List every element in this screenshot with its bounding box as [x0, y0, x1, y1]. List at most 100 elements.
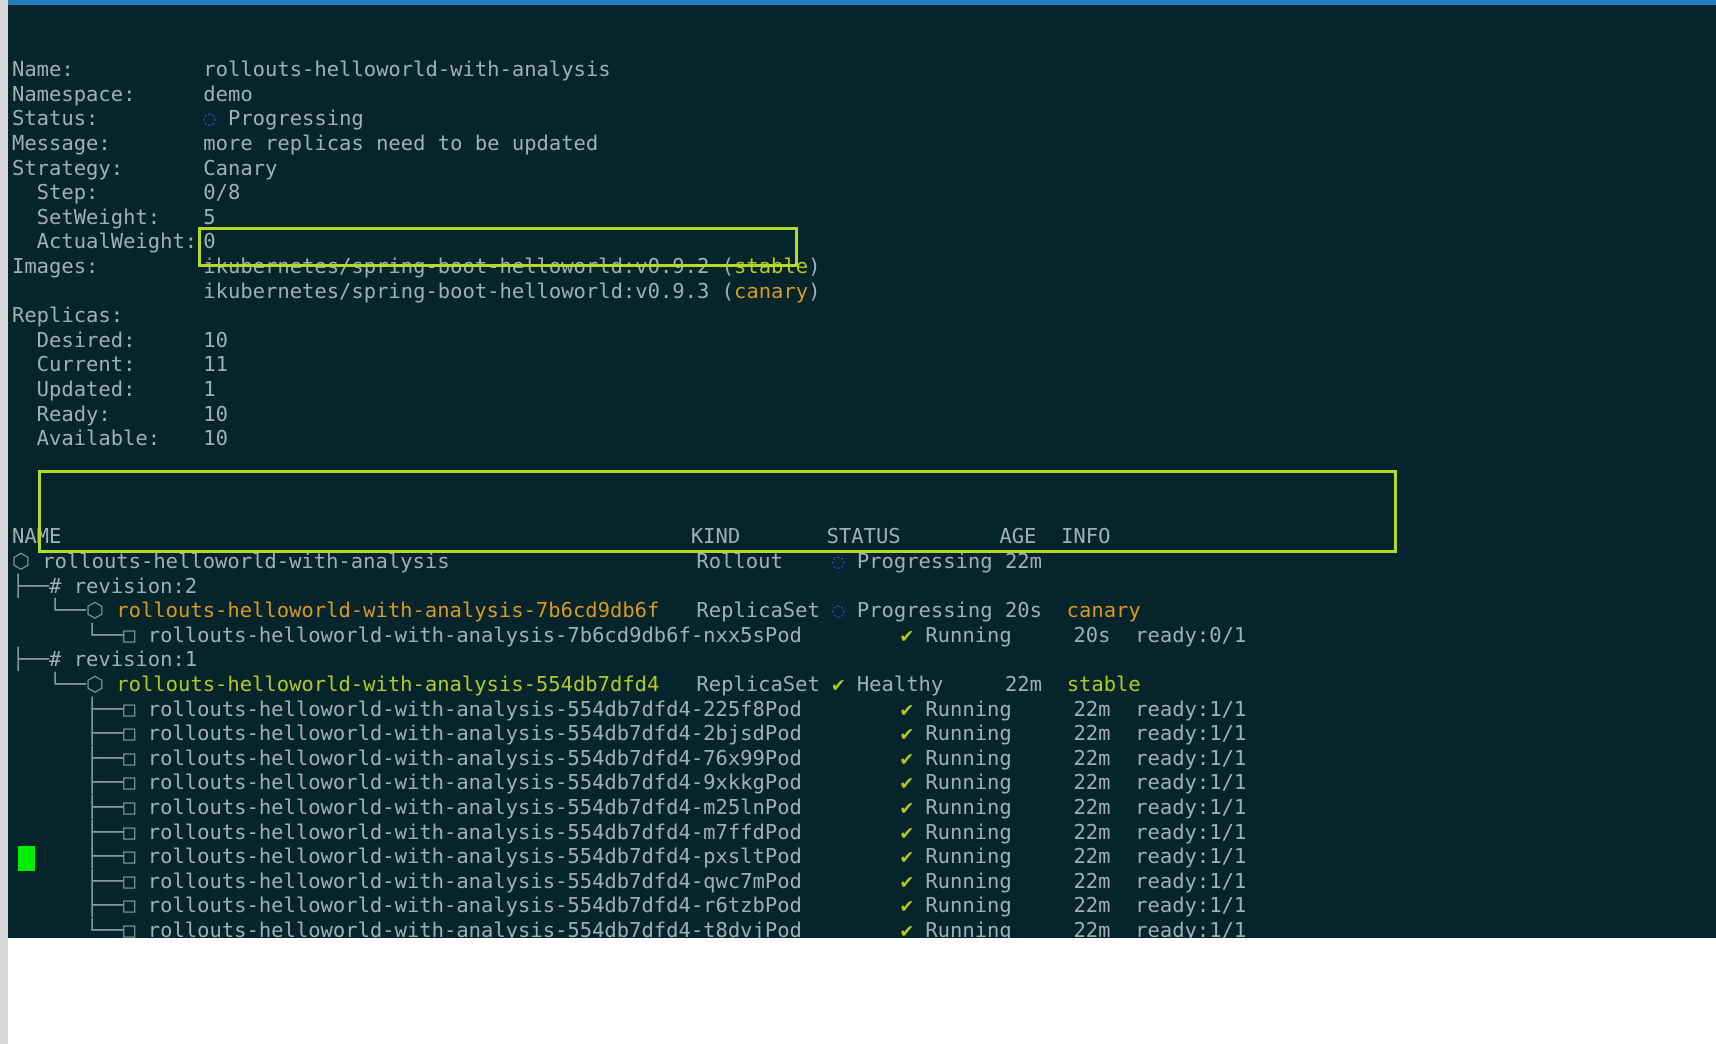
- image-tag-paren: (: [721, 253, 735, 278]
- summary-value: 0: [203, 229, 216, 254]
- row-status: Running: [912, 917, 1012, 938]
- summary-label: Namespace:: [12, 81, 198, 106]
- name-pad: [197, 647, 691, 671]
- table-row[interactable]: ├──□ rollouts-helloworld-with-analysis-5…: [12, 893, 1716, 918]
- images-label: Images:: [12, 253, 198, 278]
- status-pad: [1012, 795, 1074, 819]
- row-kind: Pod: [764, 770, 901, 795]
- progressing-circle-icon: ◌: [203, 106, 216, 131]
- row-info: ready:1/1: [1135, 917, 1247, 938]
- row-info: ready:1/1: [1135, 721, 1247, 746]
- name-pad: [450, 549, 697, 573]
- summary-label: Status:: [12, 106, 198, 131]
- table-row[interactable]: ├──□ rollouts-helloworld-with-analysis-5…: [12, 721, 1716, 746]
- table-row[interactable]: ├──□ rollouts-helloworld-with-analysis-5…: [12, 844, 1716, 869]
- table-row[interactable]: └──⬡ rollouts-helloworld-with-analysis-7…: [12, 598, 1716, 623]
- row-name[interactable]: rollouts-helloworld-with-analysis-554db7…: [148, 869, 765, 893]
- summary-label: Message:: [12, 130, 198, 155]
- status-pad: [1012, 869, 1074, 893]
- summary-row: Name: rollouts-helloworld-with-analysis: [12, 57, 1716, 82]
- replicas-row-value: 11: [203, 352, 228, 377]
- row-name[interactable]: rollouts-helloworld-with-analysis-554db7…: [116, 672, 659, 696]
- row-status: Progressing: [844, 549, 993, 574]
- row-name[interactable]: rollouts-helloworld-with-analysis-554db7…: [148, 746, 765, 770]
- summary-row: Step: 0/8: [12, 180, 1716, 205]
- table-row[interactable]: ├──□ rollouts-helloworld-with-analysis-5…: [12, 746, 1716, 771]
- tree-connector: ├──□: [12, 868, 148, 893]
- row-name[interactable]: rollouts-helloworld-with-analysis-7b6cd9…: [116, 598, 659, 622]
- summary-row: ActualWeight: 0: [12, 229, 1716, 254]
- tree-connector: ├──□: [12, 893, 148, 918]
- row-kind: ReplicaSet: [696, 672, 833, 697]
- summary-row: Message: more replicas need to be update…: [12, 131, 1716, 156]
- table-row[interactable]: └──□ rollouts-helloworld-with-analysis-5…: [12, 918, 1716, 938]
- row-status: Running: [912, 795, 1012, 819]
- image-tag: stable: [734, 253, 809, 278]
- row-name[interactable]: rollouts-helloworld-with-analysis-554db7…: [148, 721, 765, 745]
- summary-label: Strategy:: [12, 155, 198, 180]
- row-name[interactable]: # revision:2: [49, 574, 197, 598]
- header-kind: KIND: [690, 524, 827, 549]
- row-age: 22m: [1073, 868, 1136, 893]
- replicas-row-value: 10: [203, 401, 228, 426]
- row-age: 20s: [1073, 622, 1136, 647]
- header-info: INFO: [1061, 524, 1111, 549]
- row-name[interactable]: rollouts-helloworld-with-analysis-554db7…: [148, 795, 765, 819]
- row-name[interactable]: rollouts-helloworld-with-analysis-554db7…: [148, 893, 765, 917]
- replicas-row: Desired: 10: [12, 328, 1716, 353]
- healthy-check-icon: ✔: [900, 844, 913, 869]
- table-row[interactable]: ⬡ rollouts-helloworld-with-analysis Roll…: [12, 549, 1716, 574]
- row-age: 20s: [1004, 598, 1067, 623]
- row-kind: Pod: [764, 819, 901, 844]
- terminal-output[interactable]: Name: rollouts-helloworld-with-analysis N…: [8, 5, 1716, 938]
- row-name[interactable]: rollouts-helloworld-with-analysis-554db7…: [148, 844, 765, 868]
- status-pad: [1012, 893, 1074, 917]
- name-pad: [197, 574, 691, 598]
- table-row[interactable]: └──⬡ rollouts-helloworld-with-analysis-5…: [12, 672, 1716, 697]
- page-root: Name: rollouts-helloworld-with-analysis N…: [0, 0, 1716, 1044]
- status-pad: [1012, 721, 1074, 745]
- table-row[interactable]: ├──□ rollouts-helloworld-with-analysis-5…: [12, 697, 1716, 722]
- table-row[interactable]: ├──□ rollouts-helloworld-with-analysis-5…: [12, 820, 1716, 845]
- table-row[interactable]: ├──□ rollouts-helloworld-with-analysis-5…: [12, 869, 1716, 894]
- row-status: Running: [912, 622, 1012, 647]
- row-kind: [691, 647, 827, 671]
- row-age: 22m: [1073, 893, 1136, 918]
- healthy-check-icon: ✔: [900, 696, 913, 721]
- row-name[interactable]: rollouts-helloworld-with-analysis-554db7…: [148, 820, 765, 844]
- image-tag-paren: ): [808, 278, 821, 303]
- row-name[interactable]: rollouts-helloworld-with-analysis-554db7…: [148, 697, 765, 721]
- healthy-check-icon: ✔: [900, 721, 913, 746]
- header-name: NAME: [12, 524, 691, 549]
- table-row[interactable]: ├──□ rollouts-helloworld-with-analysis-5…: [12, 795, 1716, 820]
- row-name[interactable]: rollouts-helloworld-with-analysis-554db7…: [148, 918, 765, 938]
- name-pad: [659, 598, 696, 622]
- table-row[interactable]: └──□ rollouts-helloworld-with-analysis-7…: [12, 623, 1716, 648]
- row-info: canary: [1066, 598, 1141, 623]
- image-name: ikubernetes/spring-boot-helloworld:v0.9.…: [203, 253, 722, 278]
- row-info: stable: [1066, 672, 1141, 697]
- replicas-row-label: Desired:: [12, 327, 198, 352]
- healthy-check-icon: ✔: [900, 868, 913, 893]
- table-row[interactable]: ├──# revision:1: [12, 647, 1716, 672]
- table-row[interactable]: ├──# revision:2: [12, 574, 1716, 599]
- row-kind: Pod: [764, 844, 901, 869]
- row-status: [827, 574, 1000, 598]
- summary-value: rollouts-helloworld-with-analysis: [203, 57, 611, 82]
- row-age: 22m: [1073, 745, 1136, 770]
- terminal-cursor: [18, 846, 35, 871]
- terminal-window[interactable]: Name: rollouts-helloworld-with-analysis N…: [8, 0, 1716, 938]
- table-row[interactable]: ├──□ rollouts-helloworld-with-analysis-5…: [12, 770, 1716, 795]
- row-name[interactable]: rollouts-helloworld-with-analysis-554db7…: [148, 770, 765, 794]
- row-status: Running: [912, 745, 1012, 770]
- row-age: 22m: [1073, 696, 1136, 721]
- rollout-summary: Name: rollouts-helloworld-with-analysis N…: [12, 57, 1716, 475]
- status-pad: [1012, 746, 1074, 770]
- row-name[interactable]: rollouts-helloworld-with-analysis-7b6cd9…: [148, 623, 765, 647]
- row-name[interactable]: # revision:1: [49, 647, 197, 671]
- row-name[interactable]: rollouts-helloworld-with-analysis: [42, 549, 449, 573]
- summary-value: more replicas need to be updated: [203, 130, 599, 155]
- image-tag-paren: (: [721, 278, 735, 303]
- row-status: Running: [912, 721, 1012, 746]
- summary-value: 5: [203, 204, 216, 229]
